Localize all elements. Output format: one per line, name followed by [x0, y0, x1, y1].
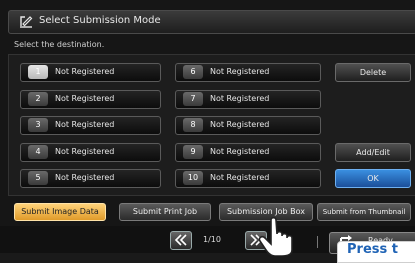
destination-number: 3	[28, 118, 48, 132]
destination-label: Not Registered	[55, 173, 115, 182]
page-prev-button[interactable]	[170, 231, 192, 250]
destination-number: 10	[183, 171, 203, 185]
destination-label: Not Registered	[210, 67, 270, 76]
destination-button-7[interactable]: 7 Not Registered	[175, 90, 321, 109]
destination-button-8[interactable]: 8 Not Registered	[175, 116, 321, 135]
add-edit-button[interactable]: Add/Edit	[335, 143, 411, 162]
submit-image-data-button[interactable]: Submit Image Data	[14, 203, 106, 221]
destination-label: Not Registered	[55, 94, 115, 103]
destination-number: 7	[183, 92, 203, 106]
hand-pointer-icon	[258, 216, 293, 256]
destination-number: 5	[28, 171, 48, 185]
delete-button[interactable]: Delete	[335, 63, 411, 82]
destination-label: Not Registered	[210, 147, 270, 156]
destination-number: 4	[28, 145, 48, 159]
destination-number: 6	[183, 65, 203, 79]
submission-screen: Select Submission Mode Select the destin…	[0, 0, 415, 263]
destination-label: Not Registered	[210, 120, 270, 129]
destination-number: 1	[28, 65, 48, 79]
destination-button-1[interactable]: 1 Not Registered	[20, 63, 161, 82]
destination-number: 8	[183, 118, 203, 132]
edit-form-icon	[20, 16, 33, 28]
page-indicator: 1/10	[203, 235, 221, 244]
destination-button-6[interactable]: 6 Not Registered	[175, 63, 321, 82]
destination-label: Not Registered	[55, 67, 115, 76]
destination-button-9[interactable]: 9 Not Registered	[175, 143, 321, 162]
destination-label: Not Registered	[55, 120, 115, 129]
submit-from-thumbnail-button[interactable]: Submit from Thumbnail	[317, 203, 411, 221]
destination-label: Not Registered	[55, 147, 115, 156]
destination-prompt: Select the destination.	[14, 40, 105, 49]
destination-button-4[interactable]: 4 Not Registered	[20, 143, 161, 162]
separator	[317, 236, 318, 248]
destination-label: Not Registered	[210, 173, 270, 182]
page-title: Select Submission Mode	[39, 15, 161, 26]
destination-number: 9	[183, 145, 203, 159]
callout-text: Press t	[347, 242, 398, 257]
title-bar: Select Submission Mode	[8, 10, 415, 34]
destination-number: 2	[28, 92, 48, 106]
destination-button-5[interactable]: 5 Not Registered	[20, 169, 161, 188]
destination-label: Not Registered	[210, 94, 270, 103]
destination-button-3[interactable]: 3 Not Registered	[20, 116, 161, 135]
destination-panel: 1 Not Registered 2 Not Registered 3 Not …	[8, 54, 415, 196]
destination-button-10[interactable]: 10 Not Registered	[175, 169, 321, 188]
instruction-callout: Press t	[337, 241, 415, 263]
double-chevron-left-icon	[174, 234, 187, 246]
destination-button-2[interactable]: 2 Not Registered	[20, 90, 161, 109]
submit-print-job-button[interactable]: Submit Print Job	[119, 203, 211, 221]
ok-button[interactable]: OK	[335, 169, 411, 188]
